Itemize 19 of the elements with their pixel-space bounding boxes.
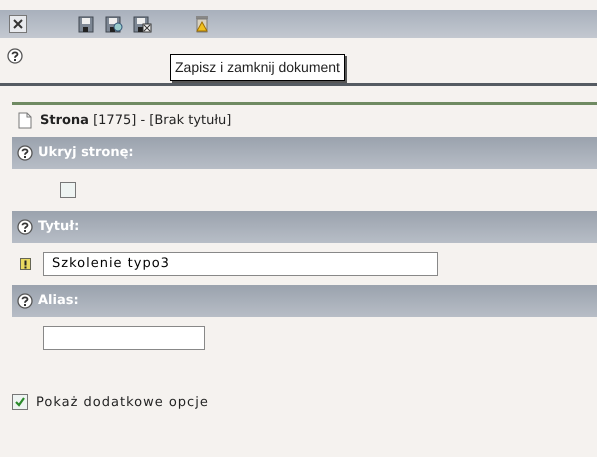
field-label: Tytuł: xyxy=(38,218,80,236)
tooltip: Zapisz i zamknij dokument xyxy=(170,54,345,81)
checkbox-label: Pokaż dodatkowe opcje xyxy=(36,394,209,412)
input-field[interactable] xyxy=(43,326,205,350)
save-close-button[interactable] xyxy=(132,14,152,34)
help-icon[interactable] xyxy=(17,218,33,234)
input-field[interactable]: Szkolenie typo3 xyxy=(43,252,438,276)
help-icon[interactable] xyxy=(7,48,23,64)
field-label: Alias: xyxy=(38,292,79,310)
help-icon[interactable] xyxy=(17,144,33,160)
save-view-button[interactable] xyxy=(104,14,124,34)
page-icon xyxy=(18,112,32,130)
checkbox[interactable] xyxy=(12,394,28,410)
help-icon[interactable] xyxy=(17,292,33,308)
save-button[interactable] xyxy=(76,14,96,34)
checkbox[interactable] xyxy=(60,182,76,198)
field-label: Ukryj stronę: xyxy=(38,144,134,162)
close-button[interactable] xyxy=(8,14,28,34)
record-title: Strona [1775] - [Brak tytułu] xyxy=(40,112,232,130)
